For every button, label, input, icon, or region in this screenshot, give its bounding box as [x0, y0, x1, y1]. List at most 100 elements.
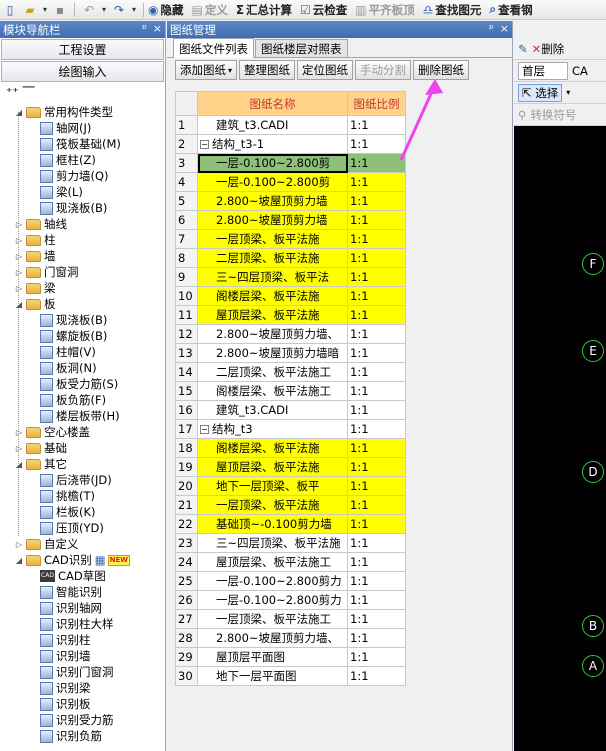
drawing-scale-cell[interactable]: 1:1	[347, 229, 406, 249]
tree-node-top[interactable]: 压顶(YD)	[0, 520, 165, 536]
redo-icon[interactable]: ↷	[111, 2, 127, 18]
drawing-input-button[interactable]: 绘图输入	[1, 61, 164, 82]
drawing-scale-cell[interactable]: 1:1	[347, 153, 406, 173]
expand-icon[interactable]: ▷	[14, 428, 24, 437]
drawing-name-cell[interactable]: 一层顶梁、板平法施工	[197, 609, 348, 629]
table-row[interactable]: 20 地下一层顶梁、板平 1:1	[175, 476, 406, 496]
drawing-name-cell[interactable]: 阁楼层梁、板平法施	[197, 286, 348, 306]
tree-node-other[interactable]: ◢ 其它	[0, 456, 165, 472]
tree-node-hollow[interactable]: ▷ 空心楼盖	[0, 424, 165, 440]
tree-node-id-door[interactable]: 识别门窗洞	[0, 664, 165, 680]
table-row[interactable]: 3 一层-0.100~2.800剪 1:1	[175, 153, 406, 173]
expand-icon[interactable]: ▷	[14, 268, 24, 277]
drawing-name-cell[interactable]: 一层顶梁、板平法施	[197, 229, 348, 249]
drawing-canvas[interactable]: ✎ ✕删除 首层 CA ⇱ 选择 ▾ ⚲ 转换符号 F E D BA	[514, 21, 606, 751]
tree-node-beam[interactable]: 梁(L)	[0, 184, 165, 200]
drawing-name-cell[interactable]: 地下一层平面图	[197, 666, 348, 686]
drawing-name-cell[interactable]: 二层顶梁、板平法施	[197, 248, 348, 268]
collapse-icon[interactable]: −	[200, 140, 209, 149]
summary-button[interactable]: Σ 汇总计算	[236, 2, 292, 18]
drawing-scale-cell[interactable]: 1:1	[347, 552, 406, 572]
table-row[interactable]: 9 三~四层顶梁、板平法 1:1	[175, 267, 406, 287]
tree-node-column[interactable]: ▷ 柱	[0, 232, 165, 248]
tree-node-door[interactable]: ▷ 门窗洞	[0, 264, 165, 280]
tab-drawing-floor-map[interactable]: 图纸楼层对照表	[255, 39, 348, 57]
drawing-scale-cell[interactable]: 1:1	[347, 476, 406, 496]
tree-node-id-col-detail[interactable]: 识别柱大样	[0, 616, 165, 632]
close-icon[interactable]: ×	[500, 22, 509, 35]
axis-marker[interactable]: D	[582, 461, 604, 483]
collapse-icon[interactable]: ◢	[14, 300, 24, 309]
tree-node-id-grid[interactable]: 识别轴网	[0, 600, 165, 616]
table-row[interactable]: 23 三~四层顶梁、板平法施 1:1	[175, 533, 406, 553]
axis-marker[interactable]: F	[582, 253, 604, 275]
cloud-check-button[interactable]: ☑ 云检查	[300, 2, 347, 18]
expand-icon[interactable]: ▷	[14, 236, 24, 245]
table-row[interactable]: 18 阁楼层梁、板平法施 1:1	[175, 438, 406, 458]
drawing-scale-cell[interactable]: 1:1	[347, 400, 406, 420]
drawing-scale-cell[interactable]: 1:1	[347, 647, 406, 667]
add-drawing-button[interactable]: 添加图纸 ▾	[175, 60, 238, 80]
tree-node-smart[interactable]: 智能识别	[0, 584, 165, 600]
tree-node-shear-wall[interactable]: 剪力墙(Q)	[0, 168, 165, 184]
layer-select[interactable]: CA	[572, 64, 588, 78]
drawing-name-cell[interactable]: 一层-0.100~2.800剪力	[197, 590, 348, 610]
view-rebar-button[interactable]: ⌕ 查看钢	[489, 2, 532, 18]
convert-icon[interactable]: ⚲	[518, 108, 526, 122]
drawing-scale-cell[interactable]: 1:1	[347, 362, 406, 382]
drawing-scale-cell[interactable]: 1:1	[347, 134, 406, 154]
collapse-icon[interactable]: −	[200, 425, 209, 434]
open-folder-icon[interactable]: ▰	[22, 2, 38, 18]
tree-node-id-neg[interactable]: 识别负筋	[0, 728, 165, 744]
drawing-scale-cell[interactable]: 1:1	[347, 191, 406, 211]
drawing-name-cell[interactable]: 2.800~坡屋顶剪力墙	[197, 210, 348, 230]
expand-icon[interactable]: ▷	[14, 284, 24, 293]
table-row[interactable]: 6 2.800~坡屋顶剪力墙 1:1	[175, 210, 406, 230]
tab-drawing-file-list[interactable]: 图纸文件列表	[173, 38, 254, 58]
pin-icon[interactable]: ᵖ	[142, 22, 147, 35]
axis-marker[interactable]: B	[582, 615, 604, 637]
drawing-scale-cell[interactable]: 1:1	[347, 248, 406, 268]
tree-node-eave[interactable]: 挑檐(T)	[0, 488, 165, 504]
drawing-name-cell[interactable]: 2.800~坡屋顶剪力墙、	[197, 628, 348, 648]
tree-node-cad-draft[interactable]: CAD CAD草图	[0, 568, 165, 584]
drawing-scale-cell[interactable]: 1:1	[347, 666, 406, 686]
collapse-icon[interactable]: ◢	[14, 108, 24, 117]
table-row[interactable]: 27 一层顶梁、板平法施工 1:1	[175, 609, 406, 629]
drawing-scale-cell[interactable]: 1:1	[347, 457, 406, 477]
dropdown-arrow-icon[interactable]: ▾	[42, 2, 48, 18]
tree-node-custom[interactable]: ▷ 自定义	[0, 536, 165, 552]
drawing-scale-cell[interactable]: 1:1	[347, 210, 406, 230]
drawing-scale-cell[interactable]: 1:1	[347, 115, 406, 135]
axis-marker[interactable]: E	[582, 340, 604, 362]
define-button[interactable]: ▤ 定义	[191, 2, 227, 18]
drawing-name-cell[interactable]: 屋顶层梁、板平法施	[197, 305, 348, 325]
tree-node-cad[interactable]: ◢ CAD识别 ▦ NEW	[0, 552, 165, 568]
tree-node-wall[interactable]: ▷ 墙	[0, 248, 165, 264]
table-row[interactable]: 15 阁楼层梁、板平法施工 1:1	[175, 381, 406, 401]
chevron-down-icon[interactable]: ▾	[566, 88, 570, 97]
drawing-name-cell[interactable]: 屋顶层梁、板平法施	[197, 457, 348, 477]
drawing-scale-cell[interactable]: 1:1	[347, 609, 406, 629]
tree-node-rebar-neg[interactable]: 板负筋(F)	[0, 392, 165, 408]
drawing-scale-cell[interactable]: 1:1	[347, 324, 406, 344]
drawing-scale-cell[interactable]: 1:1	[347, 419, 406, 439]
tree-node-rail[interactable]: 栏板(K)	[0, 504, 165, 520]
drawing-scale-cell[interactable]: 1:1	[347, 495, 406, 515]
tree-node-post-strip[interactable]: 后浇带(JD)	[0, 472, 165, 488]
find-button[interactable]: ♎ 查找图元	[423, 2, 482, 18]
table-row[interactable]: 8 二层顶梁、板平法施 1:1	[175, 248, 406, 268]
table-row[interactable]: 7 一层顶梁、板平法施 1:1	[175, 229, 406, 249]
tree-node-slab[interactable]: ◢ 板	[0, 296, 165, 312]
collapse-icon[interactable]: ◢	[14, 556, 24, 565]
expand-icon[interactable]: ▷	[14, 220, 24, 229]
close-icon[interactable]: ×	[153, 22, 162, 35]
tree-node-spiral[interactable]: 螺旋板(B)	[0, 328, 165, 344]
drawing-scale-cell[interactable]: 1:1	[347, 628, 406, 648]
drawing-name-cell[interactable]: 一层-0.100~2.800剪	[197, 172, 348, 192]
col-header-name[interactable]: 图纸名称	[197, 91, 348, 116]
table-row[interactable]: 21 一层顶梁、板平法施 1:1	[175, 495, 406, 515]
drawing-scale-cell[interactable]: 1:1	[347, 533, 406, 553]
table-row[interactable]: 16 建筑_t3.CADI 1:1	[175, 400, 406, 420]
expand-icon[interactable]: ▷	[14, 252, 24, 261]
